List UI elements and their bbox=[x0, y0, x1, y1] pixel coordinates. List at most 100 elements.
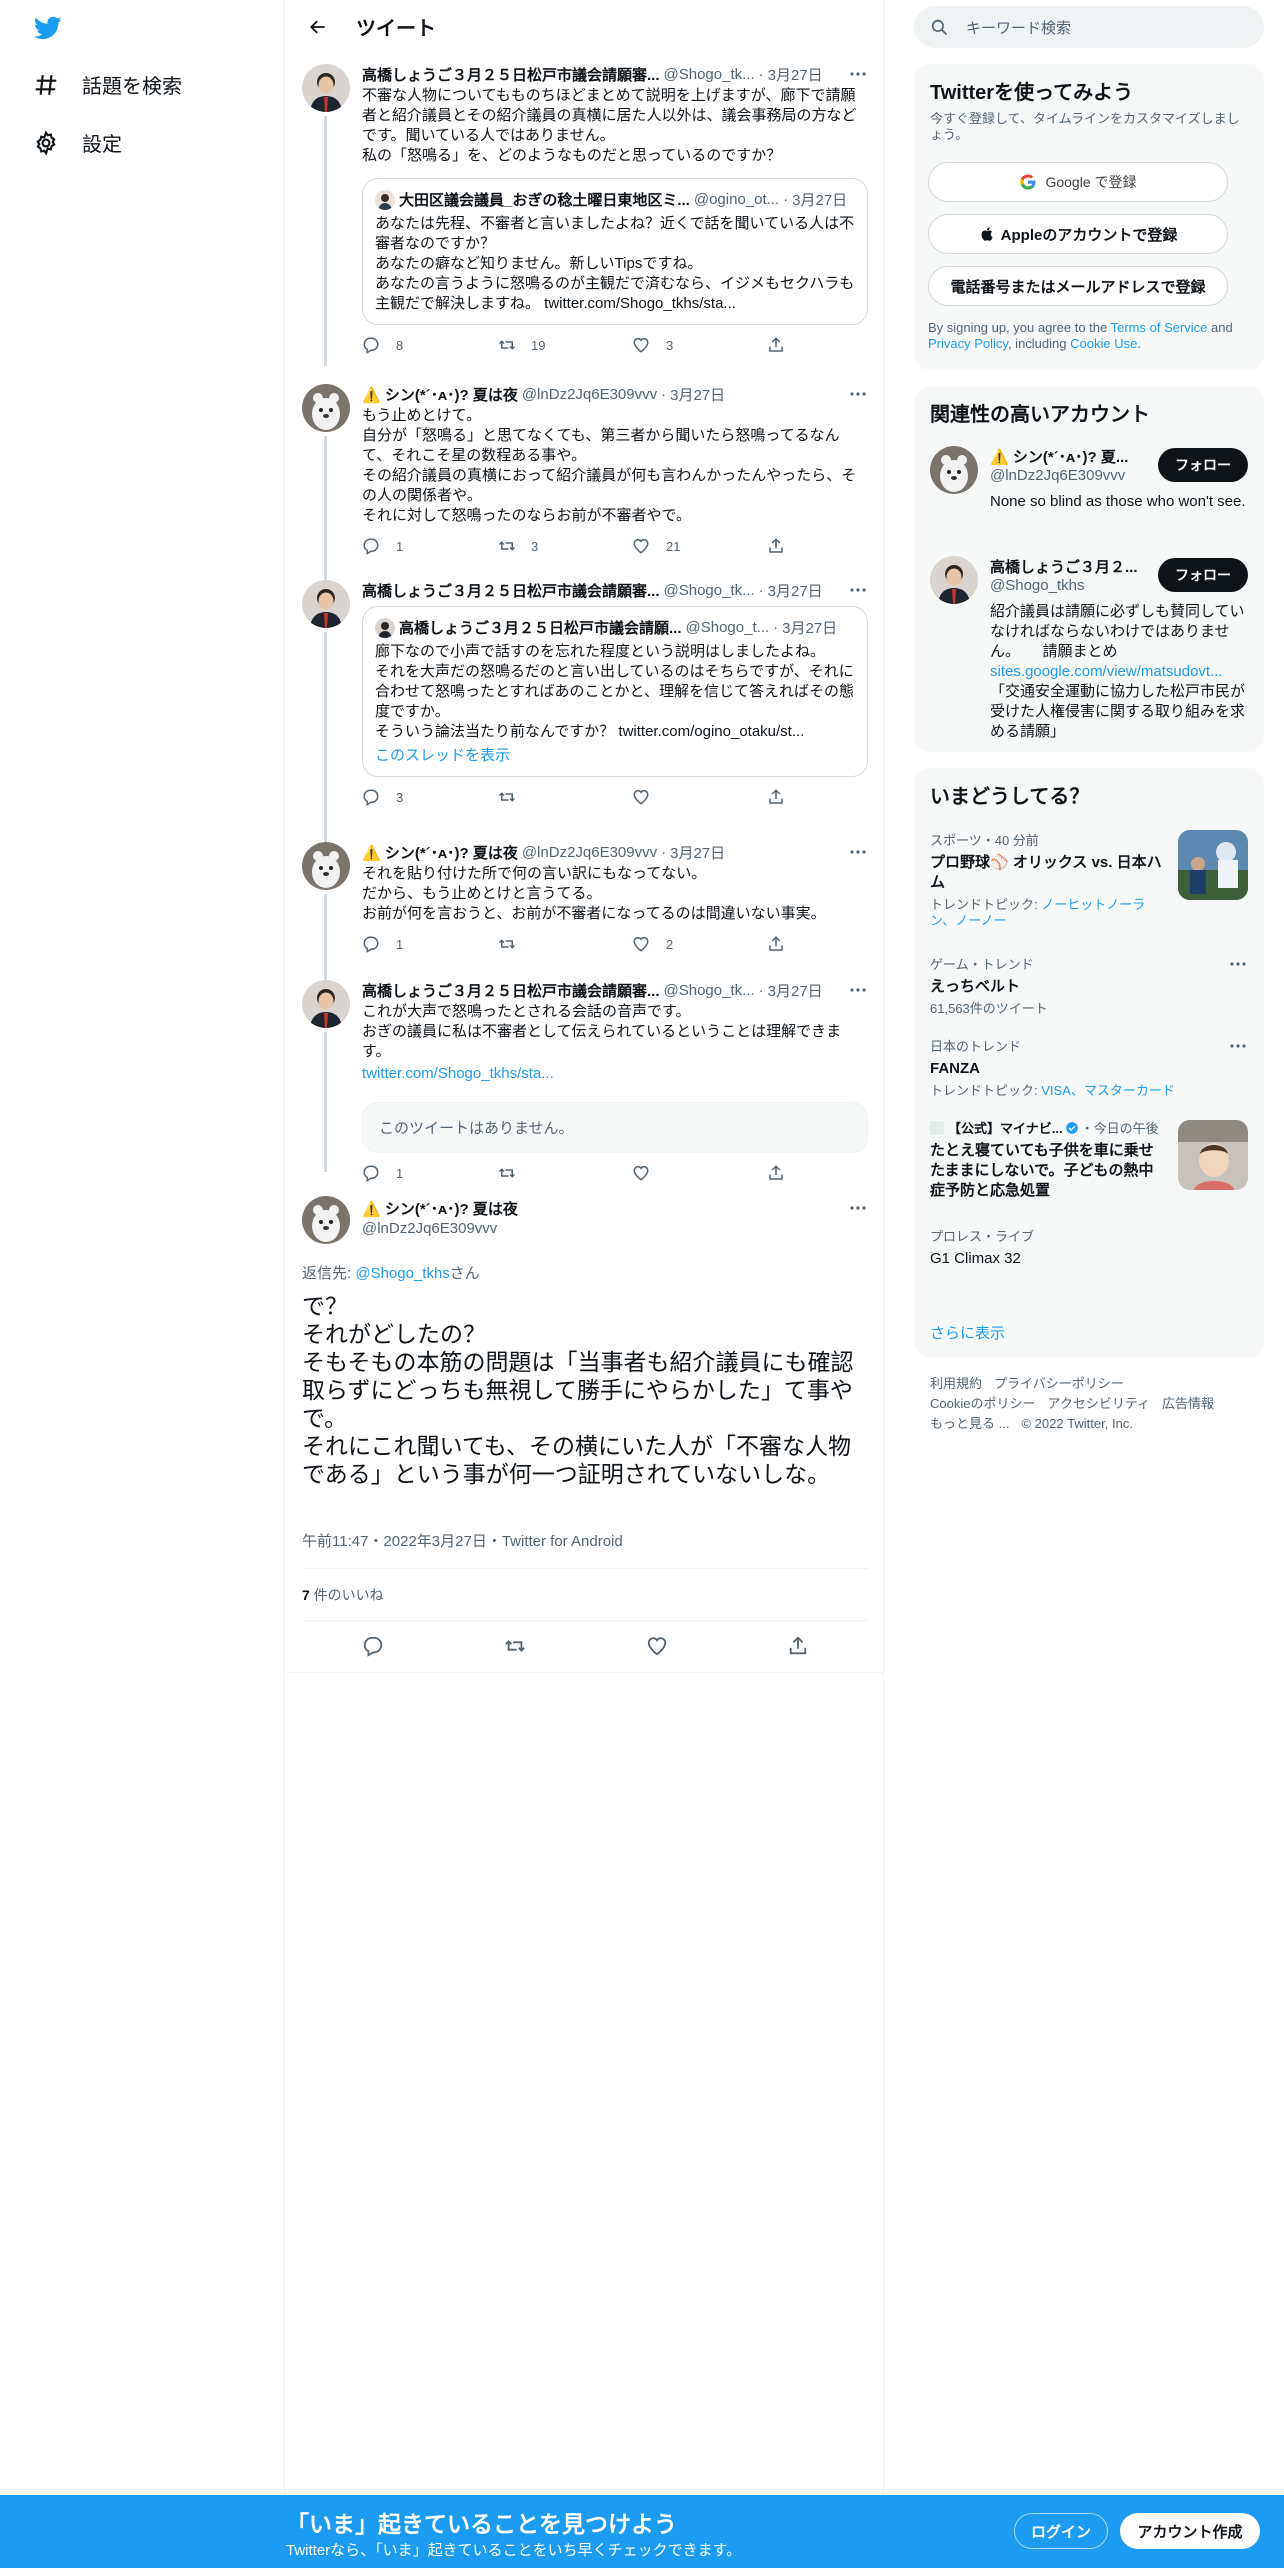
avatar-takahashi[interactable] bbox=[302, 980, 350, 1028]
share-button[interactable] bbox=[767, 1163, 787, 1183]
like-button[interactable] bbox=[632, 1163, 722, 1183]
tweet-date[interactable]: 3月27日 bbox=[768, 64, 823, 85]
like-button[interactable] bbox=[632, 787, 722, 807]
show-thread-link[interactable]: このスレッドを表示 bbox=[375, 746, 855, 766]
footer-cookies-link[interactable]: Cookieのポリシー bbox=[930, 1396, 1035, 1411]
quoted-tweet[interactable]: 高橋しょうご３月２５日松戸市議会請願... @Shogo_t... · 3月27… bbox=[362, 606, 868, 777]
footer-ads-link[interactable]: 広告情報 bbox=[1162, 1396, 1214, 1411]
phone-email-signup-button[interactable]: 電話番号またはメールアドレスで登録 bbox=[928, 266, 1228, 306]
more-options-icon[interactable] bbox=[848, 580, 868, 600]
retweet-button[interactable]: 19 bbox=[497, 335, 587, 355]
related-account-1[interactable]: ⚠️ シン(*´･ᴀ･)? 夏... @lnDz2Jq6E309vvv None… bbox=[930, 446, 1248, 526]
more-options-icon[interactable] bbox=[848, 842, 868, 862]
more-options-icon[interactable] bbox=[848, 64, 868, 84]
avatar-takahashi[interactable] bbox=[930, 556, 978, 604]
author-handle[interactable]: @lnDz2Jq6E309vvv bbox=[362, 1220, 497, 1237]
retweet-button[interactable] bbox=[497, 1163, 587, 1183]
like-button[interactable]: 2 bbox=[632, 934, 722, 954]
author-handle[interactable]: @Shogo_tk... bbox=[664, 982, 755, 999]
thread-tweet-3[interactable]: 高橋しょうご３月２５日松戸市議会請願審... @Shogo_tk... · 3月… bbox=[286, 580, 884, 842]
tweet-link[interactable]: twitter.com/Shogo_tkhs/sta... bbox=[362, 1064, 868, 1084]
reply-button[interactable]: 3 bbox=[362, 787, 452, 807]
tweet-date[interactable]: 3月27日 bbox=[768, 980, 823, 1001]
reply-button[interactable]: 1 bbox=[362, 536, 452, 556]
trend-item[interactable]: ゲーム・トレンド えっちベルト 61,563件のツイート bbox=[930, 954, 1248, 1016]
cookie-link[interactable]: Cookie Use bbox=[1070, 336, 1137, 351]
follow-button[interactable]: フォロー bbox=[1158, 558, 1248, 592]
author-handle[interactable]: @lnDz2Jq6E309vvv bbox=[522, 844, 657, 861]
search-bar[interactable]: キーワード検索 bbox=[914, 6, 1264, 48]
terms-link[interactable]: Terms of Service bbox=[1111, 320, 1208, 335]
account-name[interactable]: 高橋しょうご３月２... bbox=[990, 556, 1140, 577]
account-bio-link[interactable]: sites.google.com/view/matsudovt... bbox=[990, 663, 1223, 680]
reply-button[interactable]: 1 bbox=[362, 1163, 452, 1183]
more-options-icon[interactable] bbox=[1228, 1036, 1248, 1056]
apple-signup-button[interactable]: Appleのアカウントで登録 bbox=[928, 214, 1228, 254]
more-options-icon[interactable] bbox=[848, 1198, 868, 1218]
avatar-takahashi[interactable] bbox=[302, 580, 350, 628]
avatar-shin[interactable] bbox=[302, 842, 350, 890]
share-button[interactable] bbox=[767, 335, 787, 355]
footer-terms-link[interactable]: 利用規約 bbox=[930, 1376, 982, 1391]
follow-button[interactable]: フォロー bbox=[1158, 448, 1248, 482]
create-account-button[interactable]: アカウント作成 bbox=[1120, 2513, 1260, 2549]
show-more-link[interactable]: さらに表示 bbox=[930, 1322, 1005, 1343]
share-button[interactable] bbox=[787, 1635, 809, 1657]
privacy-link[interactable]: Privacy Policy bbox=[928, 336, 1008, 351]
author-name[interactable]: ⚠️ シン(*´･ᴀ･)? 夏は夜 bbox=[362, 1198, 518, 1219]
author-handle[interactable]: @lnDz2Jq6E309vvv bbox=[522, 386, 657, 403]
likes-summary[interactable]: 7 件のいいね bbox=[302, 1585, 384, 1605]
footer-privacy-link[interactable]: プライバシーポリシー bbox=[994, 1376, 1124, 1391]
tweet-date[interactable]: 3月27日 bbox=[670, 384, 725, 405]
footer-accessibility-link[interactable]: アクセシビリティ bbox=[1047, 1396, 1150, 1411]
reply-button[interactable]: 1 bbox=[362, 934, 452, 954]
avatar-shin[interactable] bbox=[930, 446, 978, 494]
share-button[interactable] bbox=[767, 536, 787, 556]
more-options-icon[interactable] bbox=[848, 384, 868, 404]
reply-button[interactable]: 8 bbox=[362, 335, 452, 355]
author-name[interactable]: 高橋しょうご３月２５日松戸市議会請願審... bbox=[362, 580, 660, 601]
author-name[interactable]: ⚠️ シン(*´･ᴀ･)? 夏は夜 bbox=[362, 842, 518, 863]
tweet-timestamp[interactable]: 午前11:47・2022年3月27日・Twitter for Android bbox=[302, 1530, 623, 1551]
more-options-icon[interactable] bbox=[848, 980, 868, 1000]
author-name[interactable]: 高橋しょうご３月２５日松戸市議会請願審... bbox=[362, 64, 660, 85]
back-arrow-icon[interactable] bbox=[298, 7, 338, 47]
more-options-icon[interactable] bbox=[1228, 954, 1248, 974]
trend-sub-links[interactable]: VISA、マスターカード bbox=[1041, 1083, 1175, 1098]
retweet-button[interactable] bbox=[497, 934, 587, 954]
retweet-button[interactable]: 3 bbox=[497, 536, 587, 556]
account-name[interactable]: ⚠️ シン(*´･ᴀ･)? 夏... bbox=[990, 446, 1140, 467]
trend-item[interactable]: 【公式】マイナビ... ・今日の午後 たとえ寝ていても子供を車に乗せたままにしな… bbox=[930, 1118, 1248, 1199]
like-button[interactable]: 3 bbox=[632, 335, 722, 355]
thread-tweet-1[interactable]: 高橋しょうご３月２５日松戸市議会請願審... @Shogo_tk... · 3月… bbox=[286, 64, 884, 366]
reply-to-handle[interactable]: @Shogo_tkhs bbox=[355, 1265, 449, 1282]
related-account-2[interactable]: 高橋しょうご３月２... @Shogo_tkhs 紹介議員は請願に必ずしも賛同し… bbox=[930, 556, 1248, 746]
author-handle[interactable]: @Shogo_tk... bbox=[664, 66, 755, 83]
google-signup-button[interactable]: Google で登録 bbox=[928, 162, 1228, 202]
tweet-date[interactable]: 3月27日 bbox=[670, 842, 725, 863]
login-button[interactable]: ログイン bbox=[1014, 2513, 1108, 2549]
twitter-logo-icon[interactable] bbox=[32, 14, 64, 42]
thread-tweet-2[interactable]: ⚠️ シン(*´･ᴀ･)? 夏は夜 @lnDz2Jq6E309vvv · 3月2… bbox=[286, 384, 884, 586]
author-name[interactable]: ⚠️ シン(*´･ᴀ･)? 夏は夜 bbox=[362, 384, 518, 405]
thread-tweet-4[interactable]: ⚠️ シン(*´･ᴀ･)? 夏は夜 @lnDz2Jq6E309vvv · 3月2… bbox=[286, 842, 884, 994]
like-button[interactable] bbox=[646, 1635, 668, 1657]
retweet-button[interactable] bbox=[497, 787, 587, 807]
like-button[interactable]: 21 bbox=[632, 536, 722, 556]
retweet-button[interactable] bbox=[503, 1635, 527, 1657]
quoted-tweet[interactable]: 大田区議会議員_おぎの稔土曜日東地区ミ... @ogino_ot... · 3月… bbox=[362, 178, 868, 325]
avatar-shin[interactable] bbox=[302, 1196, 350, 1244]
trend-item[interactable]: 日本のトレンド FANZA トレンドトピック: VISA、マスターカード bbox=[930, 1036, 1248, 1098]
nav-explore[interactable]: 話題を検索 bbox=[32, 70, 182, 99]
tweet-date[interactable]: 3月27日 bbox=[768, 580, 823, 601]
author-handle[interactable]: @Shogo_tk... bbox=[664, 582, 755, 599]
trend-item[interactable]: プロレス・ライブ G1 Climax 32 bbox=[930, 1226, 1248, 1276]
reply-button[interactable] bbox=[362, 1635, 384, 1657]
avatar-shin[interactable] bbox=[302, 384, 350, 432]
nav-settings[interactable]: 設定 bbox=[32, 128, 122, 157]
avatar-takahashi[interactable] bbox=[302, 64, 350, 112]
trend-item[interactable]: スポーツ・40 分前 プロ野球⚾ オリックス vs. 日本ハム トレンドトピック… bbox=[930, 830, 1248, 928]
share-button[interactable] bbox=[767, 934, 787, 954]
thread-tweet-5[interactable]: 高橋しょうご３月２５日松戸市議会請願審... @Shogo_tk... · 3月… bbox=[286, 980, 884, 1183]
footer-more-link[interactable]: もっと見る ... bbox=[930, 1416, 1009, 1431]
